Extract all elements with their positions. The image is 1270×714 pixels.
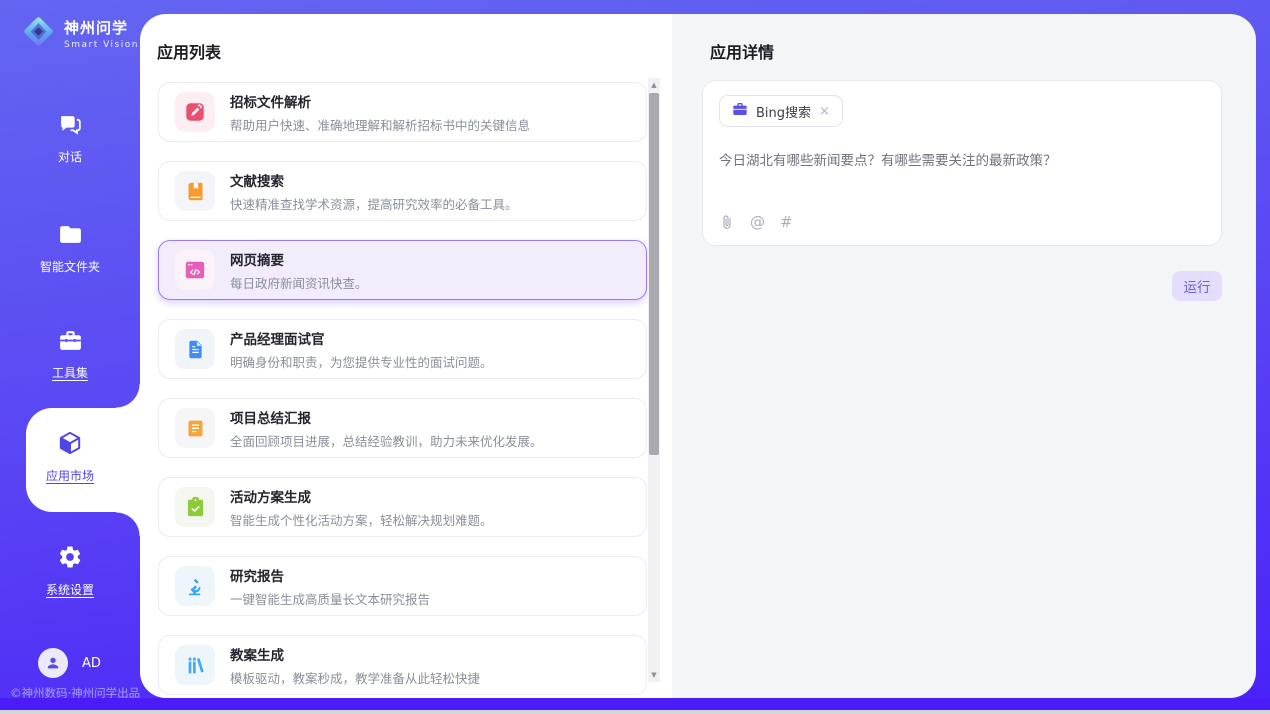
brand-logo: 神州问学 Smart Vision xyxy=(20,13,139,54)
prompt-card: Bing搜索 × 今日湖北有哪些新闻要点？有哪些需要关注的最新政策？ @ # xyxy=(702,80,1222,246)
sidebar-item-settings[interactable]: 系统设置 xyxy=(0,544,140,598)
app-description: 帮助用户快速、准确地理解和解析招标书中的关键信息 xyxy=(230,115,530,134)
sidebar-item-toolset[interactable]: 工具集 xyxy=(0,328,140,381)
app-description: 每日政府新闻资讯快查。 xyxy=(230,273,368,292)
resume-icon xyxy=(175,329,215,369)
brand-name: 神州问学 xyxy=(64,17,139,38)
app-card[interactable]: 文献搜索 快速精准查找学术资源，提高研究效率的必备工具。 xyxy=(158,161,647,221)
tool-tag-label: Bing搜索 xyxy=(756,102,811,121)
frame-bottom-edge xyxy=(0,710,1270,714)
briefcase-icon xyxy=(732,101,748,121)
app-title: 网页摘要 xyxy=(230,249,368,269)
app-card[interactable]: 招标文件解析 帮助用户快速、准确地理解和解析招标书中的关键信息 xyxy=(158,82,647,142)
hash-icon[interactable]: # xyxy=(780,213,793,231)
app-card[interactable]: 网页摘要 每日政府新闻资讯快查。 xyxy=(158,240,647,300)
app-title: 项目总结汇报 xyxy=(230,407,543,427)
book-icon xyxy=(175,171,215,211)
app-title: 文献搜索 xyxy=(230,170,518,190)
app-card[interactable]: 教案生成 模板驱动，教案秒成，教学准备从此轻松快捷 xyxy=(158,635,647,695)
app-card[interactable]: 产品经理面试官 明确身份和职责，为您提供专业性的面试问题。 xyxy=(158,319,647,379)
app-card[interactable]: 研究报告 一键智能生成高质量长文本研究报告 xyxy=(158,556,647,616)
app-title: 招标文件解析 xyxy=(230,91,530,111)
report-note-icon xyxy=(175,408,215,448)
scroll-up-arrow-icon[interactable]: ▲ xyxy=(648,78,660,92)
app-title: 活动方案生成 xyxy=(230,486,493,506)
app-card[interactable]: 活动方案生成 智能生成个性化活动方案，轻松解决规划难题。 xyxy=(158,477,647,537)
query-input[interactable]: 今日湖北有哪些新闻要点？有哪些需要关注的最新政策？ xyxy=(719,151,1205,195)
brand-tagline: Smart Vision xyxy=(64,40,139,50)
user-account[interactable]: AD xyxy=(38,648,101,678)
main-content: 应用列表 招标文件解析 帮助用户快速、准确地理解和解析招标书中的关键信息 文献搜… xyxy=(140,14,1256,698)
app-title: 研究报告 xyxy=(230,565,430,585)
app-description: 一键智能生成高质量长文本研究报告 xyxy=(230,589,430,608)
app-list: 招标文件解析 帮助用户快速、准确地理解和解析招标书中的关键信息 文献搜索 快速精… xyxy=(158,82,647,695)
clipboard-check-icon xyxy=(175,487,215,527)
app-detail-title: 应用详情 xyxy=(710,39,774,63)
gear-icon xyxy=(57,544,83,574)
cube-icon xyxy=(57,430,83,460)
app-title: 教案生成 xyxy=(230,644,480,664)
app-list-title: 应用列表 xyxy=(157,39,221,63)
app-title: 产品经理面试官 xyxy=(230,328,493,348)
diamond-logo-icon xyxy=(20,13,57,54)
tool-tag-bing-search[interactable]: Bing搜索 × xyxy=(719,95,843,127)
app-description: 全面回顾项目进展，总结经验教训，助力未来优化发展。 xyxy=(230,431,543,450)
run-button[interactable]: 运行 xyxy=(1172,271,1222,301)
edit-square-icon xyxy=(175,92,215,132)
sidebar-item-smart-folder[interactable]: 智能文件夹 xyxy=(0,222,140,275)
mention-icon[interactable]: @ xyxy=(750,213,765,231)
user-initials: AD xyxy=(82,656,101,671)
sidebar-item-label: 工具集 xyxy=(52,364,88,381)
sidebar-item-label: 应用市场 xyxy=(46,467,94,484)
paperclip-icon[interactable] xyxy=(719,214,735,230)
toolbox-icon xyxy=(58,328,83,357)
sidebar-item-label: 智能文件夹 xyxy=(40,258,100,275)
sidebar-item-label: 对话 xyxy=(58,148,82,165)
chat-icon xyxy=(58,112,83,141)
scrollbar[interactable]: ▲ ▼ xyxy=(648,78,660,682)
frame-bottom-band xyxy=(0,698,1270,710)
scroll-down-arrow-icon[interactable]: ▼ xyxy=(648,668,660,682)
avatar xyxy=(38,648,68,678)
app-list-panel: 应用列表 招标文件解析 帮助用户快速、准确地理解和解析招标书中的关键信息 文献搜… xyxy=(140,14,672,698)
sidebar-item-label: 系统设置 xyxy=(46,581,94,598)
app-card[interactable]: 项目总结汇报 全面回顾项目进展，总结经验教训，助力未来优化发展。 xyxy=(158,398,647,458)
sidebar-item-chat[interactable]: 对话 xyxy=(0,112,140,165)
app-detail-panel: 应用详情 Bing搜索 × 今日湖北有哪些新闻要点？有哪些需要关注的最新政策？ xyxy=(672,14,1256,698)
folder-icon xyxy=(58,222,83,251)
app-description: 快速精准查找学术资源，提高研究效率的必备工具。 xyxy=(230,194,518,213)
sidebar-item-app-market[interactable]: 应用市场 xyxy=(0,430,140,484)
sidebar: 神州问学 Smart Vision 对话 智能文件夹 工具集 xyxy=(0,0,140,700)
browser-code-icon xyxy=(175,250,215,290)
app-description: 明确身份和职责，为您提供专业性的面试问题。 xyxy=(230,352,493,371)
close-icon[interactable]: × xyxy=(819,105,830,118)
books-icon xyxy=(175,645,215,685)
app-description: 模板驱动，教案秒成，教学准备从此轻松快捷 xyxy=(230,668,480,687)
scrollbar-thumb[interactable] xyxy=(649,93,659,455)
microscope-icon xyxy=(175,566,215,606)
app-description: 智能生成个性化活动方案，轻松解决规划难题。 xyxy=(230,510,493,529)
attachment-toolbar: @ # xyxy=(719,213,793,231)
